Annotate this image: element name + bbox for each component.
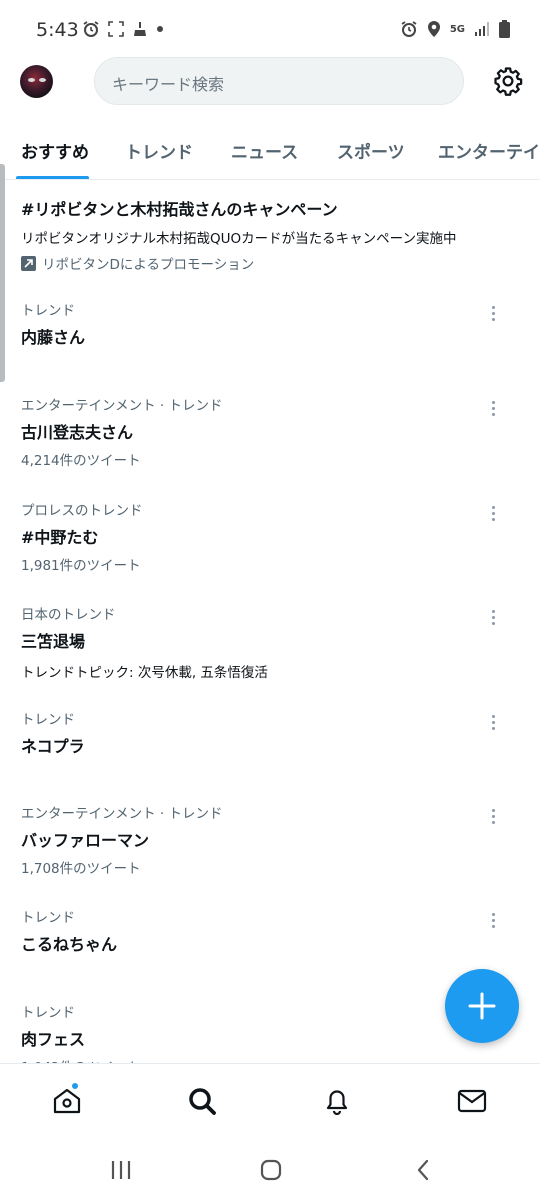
more-options-icon[interactable] <box>490 715 496 733</box>
search-icon <box>189 1088 216 1115</box>
recent-apps-icon[interactable] <box>110 1158 132 1182</box>
trend-item[interactable]: トレンド 内藤さん <box>21 299 521 348</box>
avatar[interactable] <box>20 65 53 98</box>
trend-item[interactable]: 日本のトレンド 三笘退場 トレンドトピック: 次号休載, 五条悟復活 <box>21 603 521 681</box>
home-notification-dot <box>71 1082 79 1090</box>
trend-tweet-count: 4,214件のツイート <box>21 453 141 469</box>
trend-item[interactable]: トレンド こるねちゃん <box>21 906 521 955</box>
tab-recommended[interactable]: おすすめ <box>21 138 89 163</box>
back-icon[interactable] <box>414 1158 432 1182</box>
trend-context: プロレスのトレンド <box>21 503 143 519</box>
more-options-icon[interactable] <box>490 401 496 419</box>
trend-name: ネコプラ <box>21 737 85 756</box>
tab-news[interactable]: ニュース <box>231 138 298 163</box>
trend-name: こるねちゃん <box>21 935 118 954</box>
nav-home[interactable] <box>51 1082 83 1117</box>
tab-trends[interactable]: トレンド <box>125 138 193 163</box>
more-options-icon[interactable] <box>490 306 496 324</box>
trend-context: 日本のトレンド <box>21 607 116 623</box>
promo-attribution: リポビタンDによるプロモーション <box>21 253 521 273</box>
bottom-nav <box>0 1063 540 1139</box>
nav-notifications[interactable] <box>321 1085 353 1117</box>
compose-button[interactable] <box>445 969 519 1043</box>
trend-topics: トレンドトピック: 次号休載, 五条悟復活 <box>21 665 268 681</box>
location-icon <box>427 21 440 37</box>
home-icon <box>53 1088 81 1114</box>
more-options-icon[interactable] <box>490 809 496 827</box>
trend-context: トレンド <box>21 303 75 319</box>
search-placeholder: キーワード検索 <box>112 75 225 94</box>
status-left-icons <box>82 20 164 38</box>
network-5g-label: 5G <box>449 23 465 35</box>
promo-title: #リポビタンと木村拓哉さんのキャンペーン <box>21 200 338 219</box>
trend-item[interactable]: エンターテインメント · トレンド バッファローマン 1,708件のツイート <box>21 802 521 877</box>
system-nav <box>0 1140 540 1200</box>
trend-name: 三笘退場 <box>21 632 86 651</box>
more-options-icon[interactable] <box>490 610 496 628</box>
screenshot-icon <box>108 21 124 37</box>
more-options-icon[interactable] <box>490 913 496 931</box>
alarm-icon <box>83 21 99 37</box>
trend-context: トレンド <box>21 712 75 728</box>
scrollbar[interactable] <box>0 164 5 382</box>
search-input[interactable]: キーワード検索 <box>94 57 464 105</box>
promo-description: リポビタンオリジナル木村拓哉QUOカードが当たるキャンペーン実施中 <box>21 231 457 247</box>
promoted-icon <box>21 255 36 271</box>
promoted-trend[interactable]: #リポビタンと木村拓哉さんのキャンペーン リポビタンオリジナル木村拓哉QUOカー… <box>21 196 521 273</box>
avatar-eye-left <box>28 78 35 82</box>
trend-name: バッファローマン <box>21 831 150 850</box>
status-bar: 5:43 5G <box>0 0 540 60</box>
avatar-eye-right <box>39 78 46 82</box>
trend-name: #中野たむ <box>21 528 99 547</box>
more-notifications-dot-icon <box>157 26 163 32</box>
more-options-icon[interactable] <box>490 506 496 524</box>
home-button-icon[interactable] <box>259 1158 283 1182</box>
trend-item[interactable]: エンターテインメント · トレンド 古川登志夫さん 4,214件のツイート <box>21 394 521 469</box>
tab-entertainment[interactable]: エンターテイメント <box>438 138 540 163</box>
trend-name: 内藤さん <box>21 328 86 347</box>
trend-context: エンターテインメント · トレンド <box>21 398 223 414</box>
battery-icon <box>499 20 510 38</box>
alarm-icon <box>401 21 417 37</box>
trend-tweet-count: 1,981件のツイート <box>21 558 141 574</box>
plus-icon <box>468 992 496 1020</box>
trend-context: トレンド <box>21 910 75 926</box>
signal-icon <box>475 22 489 36</box>
trend-item[interactable]: トレンド ネコプラ <box>21 708 521 757</box>
bell-icon <box>326 1090 348 1116</box>
status-time: 5:43 <box>36 19 79 41</box>
cleaner-icon <box>134 22 146 36</box>
header: キーワード検索 <box>0 56 540 108</box>
trend-tweet-count: 1,708件のツイート <box>21 861 141 877</box>
nav-explore[interactable] <box>186 1085 218 1117</box>
promo-by-label: リポビタンDによるプロモーション <box>42 257 255 273</box>
status-right-icons: 5G <box>400 20 510 38</box>
gear-icon[interactable] <box>493 66 523 96</box>
explore-tabs: おすすめ トレンド ニュース スポーツ エンターテイメント <box>0 130 540 180</box>
trend-context: エンターテインメント · トレンド <box>21 806 223 822</box>
nav-messages[interactable] <box>456 1085 488 1117</box>
mail-icon <box>457 1089 487 1113</box>
tab-sports[interactable]: スポーツ <box>337 138 405 163</box>
trend-name: 古川登志夫さん <box>21 423 134 442</box>
trend-item[interactable]: プロレスのトレンド #中野たむ 1,981件のツイート <box>21 499 521 574</box>
active-tab-indicator <box>16 176 89 179</box>
